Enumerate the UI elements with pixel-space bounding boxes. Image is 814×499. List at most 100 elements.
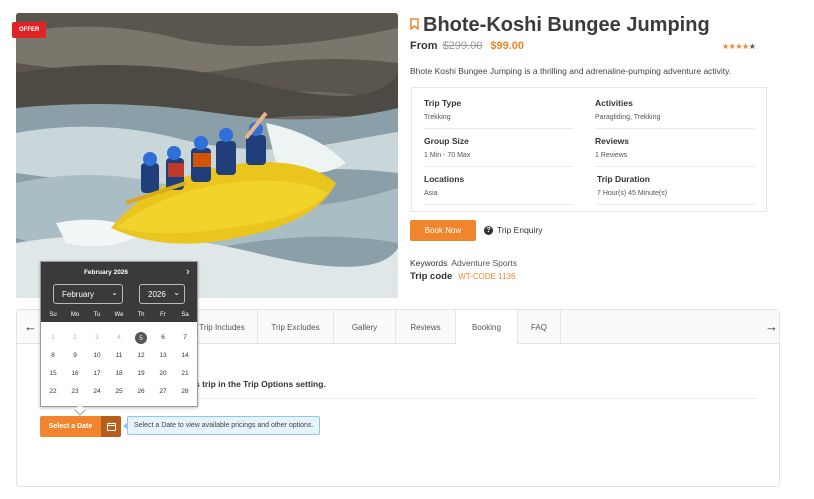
keywords-value[interactable]: Adventure Sports	[451, 258, 517, 268]
day-cell: 3	[95, 334, 99, 341]
keywords-label: Keywords	[410, 258, 448, 268]
chevron-right-icon[interactable]: ›	[186, 267, 190, 278]
fact-value: Paragliding, Trekking	[595, 114, 661, 121]
day-cell[interactable]: 13	[152, 352, 174, 359]
price-original: $299.00	[442, 40, 483, 52]
star-icon: ★	[722, 42, 729, 51]
tab-gallery[interactable]: Gallery	[333, 310, 395, 344]
day-cell[interactable]: 16	[64, 370, 86, 377]
datepicker-popup: February 2026 › February ⌄ 2026 ⌄ Su Mo Tu…	[40, 261, 198, 416]
day-cell-today[interactable]: 5	[135, 332, 147, 344]
day-cell: 4	[117, 334, 121, 341]
month-select-value: February	[62, 289, 95, 299]
day-cell[interactable]: 9	[64, 352, 86, 359]
price-row: From $299.00 $99.00	[410, 40, 524, 52]
day-cell[interactable]: 17	[86, 370, 108, 377]
day-cell[interactable]: 14	[174, 352, 196, 359]
tab-booking[interactable]: Booking	[455, 310, 517, 344]
select-date-label: Select a Date	[40, 416, 101, 437]
day-cell[interactable]: 10	[86, 352, 108, 359]
star-icon: ★	[742, 42, 749, 51]
day-cell[interactable]: 15	[42, 370, 64, 377]
day-cell[interactable]: 23	[64, 388, 86, 395]
year-select-value: 2026	[148, 289, 166, 299]
day-cell[interactable]: 7	[174, 334, 196, 341]
star-icon: ★	[735, 42, 743, 51]
day-cell[interactable]: 27	[152, 388, 174, 395]
fact-value: Trekking	[424, 114, 451, 121]
day-cell[interactable]: 19	[130, 370, 152, 377]
trip-code-row: Trip code WT-CODE 1136	[410, 271, 515, 282]
fact-label: Locations	[424, 174, 465, 184]
fact-locations: Locations Asia	[424, 174, 574, 205]
book-now-button[interactable]: Book Now	[410, 220, 476, 241]
weekday-label: Th	[137, 312, 145, 318]
weekday-label: Mo	[70, 312, 80, 318]
fact-value: 7 Hour(s) 45 Minute(s)	[597, 190, 668, 197]
tab-reviews[interactable]: Reviews	[395, 310, 455, 344]
day-cell[interactable]: 12	[130, 352, 152, 359]
weekday-label: Su	[49, 312, 57, 318]
day-cell[interactable]: 28	[174, 388, 196, 395]
trip-enquiry-link[interactable]: ? Trip Enquiry	[484, 225, 543, 235]
fact-label: Activities	[595, 98, 633, 108]
fact-label: Group Size	[424, 136, 469, 146]
day-cell: 1	[51, 334, 55, 341]
weekday-label: Tu	[93, 312, 101, 318]
fact-label: Trip Type	[424, 98, 462, 108]
day-cell[interactable]: 11	[108, 352, 130, 359]
tab-faq[interactable]: FAQ	[517, 310, 561, 344]
fact-reviews: Reviews 1 Reviews	[595, 136, 755, 167]
calendar-icon[interactable]	[101, 416, 121, 437]
trip-title: Bhote-Koshi Bungee Jumping	[423, 14, 710, 36]
day-cell[interactable]: 6	[152, 334, 174, 341]
weekday-label: We	[114, 312, 124, 318]
day-cell[interactable]: 20	[152, 370, 174, 377]
day-cell[interactable]: 25	[108, 388, 130, 395]
fact-group-size: Group Size 1 Min - 70 Max	[424, 136, 574, 167]
day-cell[interactable]: 24	[86, 388, 108, 395]
fact-trip-type: Trip Type Trekking	[424, 98, 574, 129]
price-sale: $99.00	[490, 40, 525, 52]
rafting-photo	[16, 13, 398, 298]
select-date-hint: Select a Date to view available pricings…	[122, 416, 321, 435]
trip-hero-image	[16, 13, 398, 298]
weekday-label: Sa	[181, 312, 189, 318]
tab-trip-excludes[interactable]: Trip Excludes	[257, 310, 333, 344]
bookmark-icon[interactable]	[410, 18, 419, 30]
day-cell[interactable]: 26	[130, 388, 152, 395]
arrow-right-icon[interactable]: →	[765, 320, 778, 333]
fact-activities: Activities Paragliding, Trekking	[595, 98, 755, 129]
fact-label: Trip Duration	[597, 174, 650, 184]
year-select[interactable]: 2026 ⌄	[139, 284, 185, 304]
day-cell: 2	[73, 334, 77, 341]
datepicker-title: February 2026	[83, 269, 129, 276]
fact-duration: Trip Duration 7 Hour(s) 45 Minute(s)	[597, 174, 755, 205]
day-cell[interactable]: 18	[108, 370, 130, 377]
trip-description: Bhote Koshi Bungee Jumping is a thrillin…	[410, 66, 732, 76]
trip-enquiry-label: Trip Enquiry	[497, 225, 543, 235]
fact-value: Asia	[424, 190, 438, 197]
select-date-button[interactable]: Select a Date	[40, 416, 121, 437]
fact-value: 1 Min - 70 Max	[424, 152, 471, 159]
fact-value: 1 Reviews	[595, 152, 628, 159]
fact-label: Reviews	[595, 136, 630, 146]
star-icon: ★	[748, 42, 756, 51]
price-from-label: From	[410, 40, 438, 52]
day-cell[interactable]: 21	[174, 370, 196, 377]
chevron-down-icon: ⌄	[111, 288, 118, 297]
rating-stars: ★★★★★	[722, 42, 756, 51]
arrow-left-icon[interactable]: ←	[24, 320, 37, 333]
trip-code-value: WT-CODE 1136	[458, 272, 516, 281]
month-select[interactable]: February ⌄	[53, 284, 123, 304]
day-cell[interactable]: 8	[42, 352, 64, 359]
day-cell[interactable]: 22	[42, 388, 64, 395]
trip-code-label: Trip code	[410, 271, 453, 282]
offer-badge: OFFER	[12, 22, 47, 38]
chevron-down-icon: ⌄	[173, 288, 180, 297]
trip-facts-box: Trip Type Trekking Activities Paraglidin…	[411, 87, 767, 212]
question-icon: ?	[484, 225, 493, 235]
weekday-label: Fr	[160, 312, 166, 318]
keywords-row: Keywords Adventure Sports	[410, 258, 517, 268]
booking-notice: s trip in the Trip Options setting.	[195, 379, 326, 389]
